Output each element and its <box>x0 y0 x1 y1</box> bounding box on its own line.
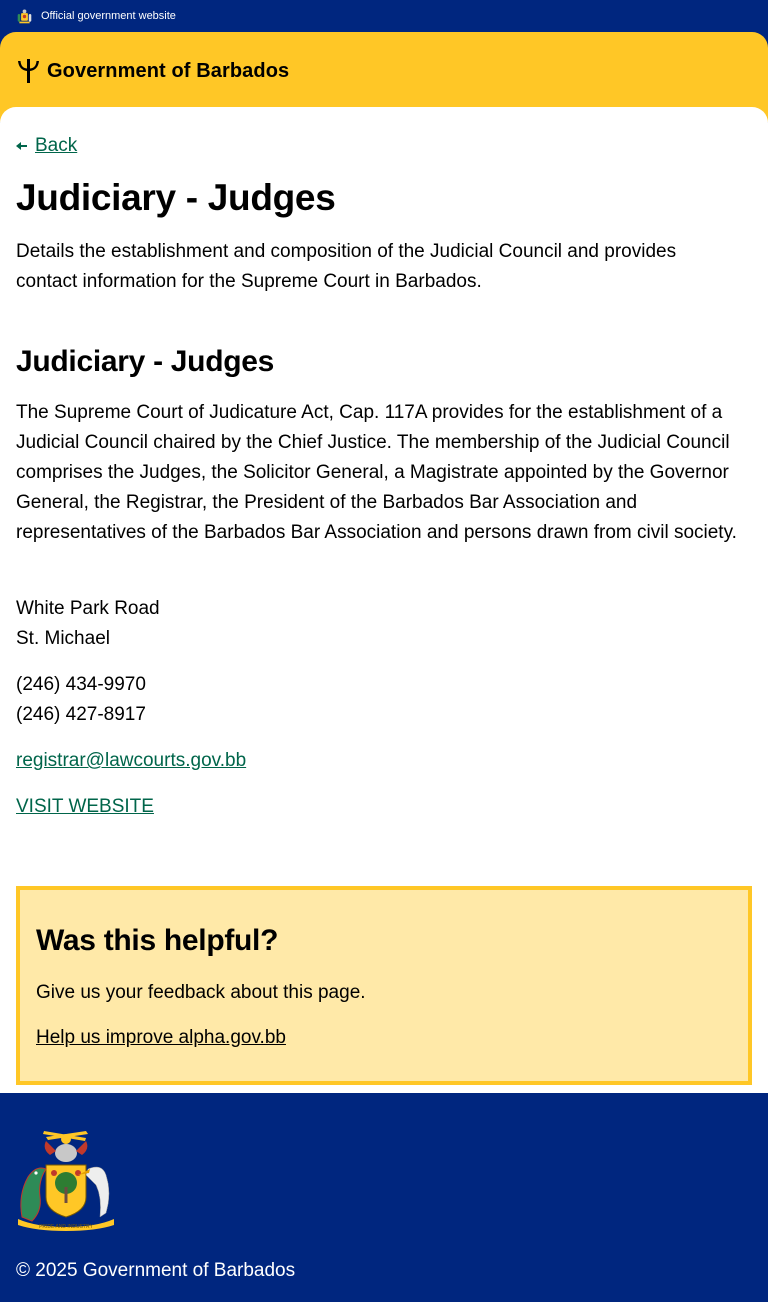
section-body: The Supreme Court of Judicature Act, Cap… <box>16 402 737 543</box>
email-row: registrar@lawcourts.gov.bb <box>16 746 246 776</box>
brand-home-link[interactable]: Government of Barbados <box>16 58 289 84</box>
back-label: Back <box>35 135 78 156</box>
address-block: White Park Road St. Michael <box>16 594 160 654</box>
coat-of-arms-icon: PRIDE AND INDUSTRY <box>18 1131 114 1231</box>
feedback-title: Was this helpful? <box>36 924 279 957</box>
motto-text: PRIDE AND INDUSTRY <box>39 1224 93 1230</box>
section-title: Judiciary - Judges <box>16 345 275 378</box>
phone-number: (246) 434-9970 <box>16 674 146 695</box>
feedback-panel: Was this helpful? Give us your feedback … <box>16 886 752 1085</box>
address-line: St. Michael <box>16 628 110 649</box>
main-content: Back Judiciary - Judges Details the esta… <box>0 107 768 1093</box>
brand-name: Government of Barbados <box>47 59 290 82</box>
copyright: © 2025 Government of Barbados <box>16 1260 296 1281</box>
official-site-label: Official government website <box>41 10 176 22</box>
feedback-text: Give us your feedback about this page. <box>36 982 366 1003</box>
site-footer: PRIDE AND INDUSTRY © 2025 Government of … <box>0 1093 768 1302</box>
back-link[interactable]: Back <box>16 135 77 157</box>
phone-block: (246) 434-9970 (246) 427-8917 <box>16 670 146 730</box>
page-description: Details the establishment and compositio… <box>16 241 677 292</box>
website-row: VISIT WEBSITE <box>16 792 154 822</box>
page-title: Judiciary - Judges <box>16 177 336 218</box>
email-link[interactable]: registrar@lawcourts.gov.bb <box>16 750 246 771</box>
address-line: White Park Road <box>16 598 160 619</box>
phone-number: (246) 427-8917 <box>16 704 146 725</box>
coat-of-arms-icon <box>17 9 32 23</box>
feedback-link[interactable]: Help us improve alpha.gov.bb <box>36 1023 286 1053</box>
visit-website-link[interactable]: VISIT WEBSITE <box>16 796 154 817</box>
official-site-bar: Official government website <box>0 0 768 32</box>
trident-icon <box>18 59 39 83</box>
arrow-left-icon <box>16 142 27 150</box>
